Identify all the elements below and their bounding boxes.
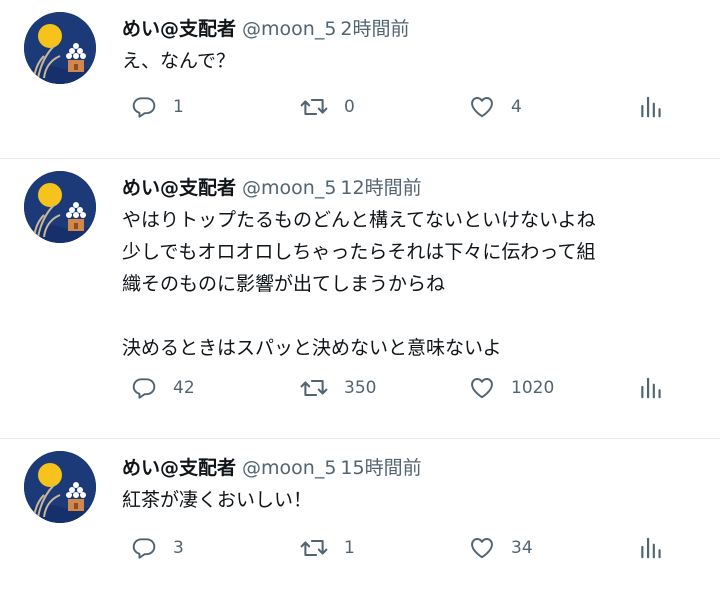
retweet-icon	[300, 98, 328, 116]
user-handle[interactable]: @moon_5	[242, 457, 336, 479]
timestamp[interactable]: 2時間前	[340, 18, 409, 40]
like-button[interactable]: 1020	[469, 375, 554, 401]
retweet-count: 350	[344, 378, 377, 398]
tweet-text: 紅茶が凄くおいしい！	[122, 489, 313, 511]
tweet-text: やはりトップたるものどんと構えてないといけないよね 少しでもオロオロしちゃったら…	[122, 209, 596, 359]
tweet[interactable]: めい@支配者 @moon_5 15時間前 紅茶が凄くおいしい！ 3 1 34	[0, 439, 720, 600]
retweet-button[interactable]: 0	[300, 94, 355, 120]
avatar[interactable]	[24, 171, 96, 243]
retweet-count: 0	[344, 97, 355, 117]
reply-icon	[132, 97, 156, 118]
user-handle[interactable]: @moon_5	[242, 18, 336, 40]
reply-count: 1	[173, 97, 184, 117]
reply-button[interactable]: 1	[131, 94, 184, 120]
like-count: 1020	[511, 378, 555, 398]
tweet-feed: めい@支配者 @moon_5 2時間前 え、なんで？ 1 0 4 めい@支配者 …	[0, 0, 720, 600]
reply-icon	[132, 378, 156, 399]
like-icon	[471, 97, 493, 118]
like-count: 4	[511, 97, 522, 117]
timestamp[interactable]: 12時間前	[340, 177, 421, 199]
user-handle[interactable]: @moon_5	[242, 177, 336, 199]
like-icon	[471, 378, 493, 399]
analytics-button[interactable]	[638, 535, 664, 561]
display-name[interactable]: めい@支配者	[122, 18, 236, 40]
retweet-button[interactable]: 350	[300, 375, 376, 401]
reply-button[interactable]: 42	[131, 375, 195, 401]
analytics-icon	[641, 96, 661, 118]
like-button[interactable]: 34	[469, 535, 533, 561]
analytics-button[interactable]	[638, 94, 664, 120]
reply-button[interactable]: 3	[131, 535, 184, 561]
retweet-button[interactable]: 1	[300, 535, 355, 561]
tweet-header: めい@支配者 @moon_5 2時間前	[122, 17, 410, 41]
tweet[interactable]: めい@支配者 @moon_5 2時間前 え、なんで？ 1 0 4	[0, 0, 720, 158]
avatar[interactable]	[24, 12, 96, 84]
reply-count: 3	[173, 538, 184, 558]
like-icon	[471, 538, 493, 559]
tweet[interactable]: めい@支配者 @moon_5 12時間前 やはりトップたるものどんと構えてないといけ…	[0, 159, 720, 438]
retweet-count: 1	[344, 538, 355, 558]
reply-icon	[132, 538, 156, 559]
tweet-header: めい@支配者 @moon_5 12時間前	[122, 176, 422, 200]
reply-count: 42	[173, 378, 195, 398]
like-button[interactable]: 4	[469, 94, 522, 120]
retweet-icon	[300, 379, 328, 397]
timestamp[interactable]: 15時間前	[340, 457, 421, 479]
like-count: 34	[511, 538, 533, 558]
analytics-icon	[641, 537, 661, 559]
retweet-icon	[300, 539, 328, 557]
tweet-header: めい@支配者 @moon_5 15時間前	[122, 456, 422, 480]
display-name[interactable]: めい@支配者	[122, 177, 236, 199]
avatar[interactable]	[24, 451, 96, 523]
display-name[interactable]: めい@支配者	[122, 457, 236, 479]
tweet-text: え、なんで？	[122, 50, 236, 72]
analytics-button[interactable]	[638, 375, 664, 401]
analytics-icon	[641, 377, 661, 399]
